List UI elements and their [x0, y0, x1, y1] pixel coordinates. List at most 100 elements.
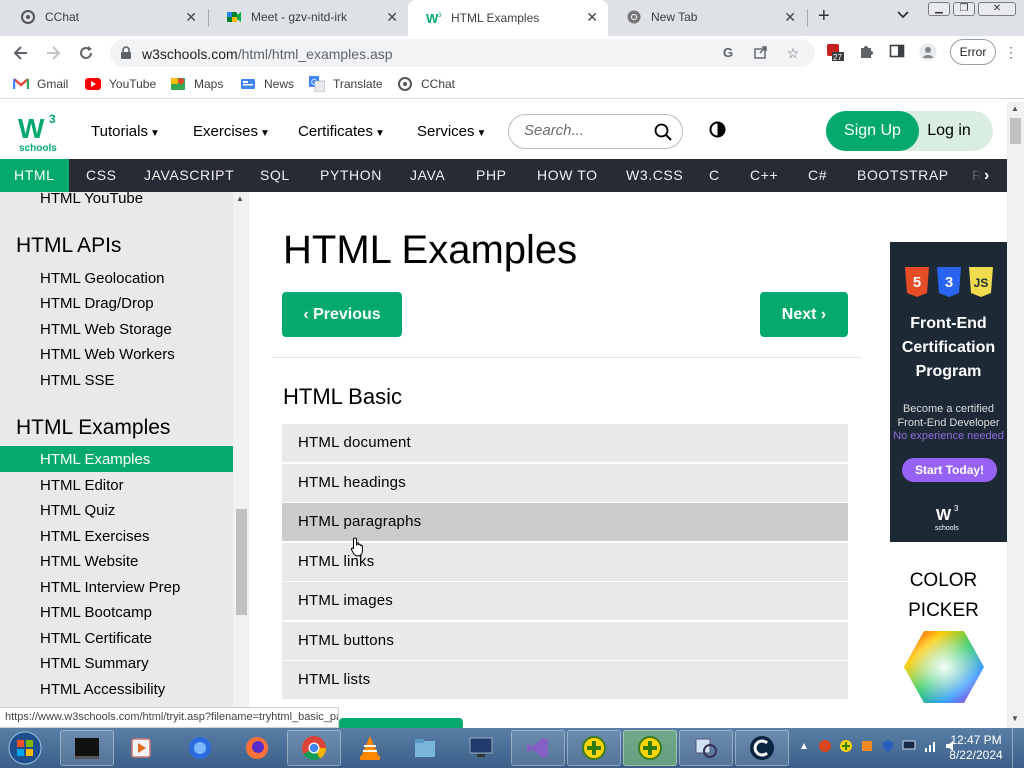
taskbar-vlc[interactable] — [343, 730, 397, 766]
taskbar-remote[interactable] — [454, 730, 508, 766]
lock-icon[interactable] — [120, 46, 132, 60]
nav-javascript[interactable]: JAVASCRIPT — [144, 159, 234, 192]
dark-mode-toggle-icon[interactable] — [709, 121, 726, 138]
minimize-button[interactable]: ▁ — [928, 2, 950, 16]
sidebar-item-summary[interactable]: HTML Summary — [40, 655, 149, 672]
system-clock[interactable]: 12:47 PM 8/22/2024 — [942, 733, 1010, 763]
close-icon[interactable]: ✕ — [586, 9, 598, 25]
sidebar-item-web-storage[interactable]: HTML Web Storage — [40, 321, 172, 338]
search-icon[interactable] — [654, 123, 672, 141]
example-link-links[interactable]: HTML links — [282, 543, 848, 582]
certification-ad[interactable]: 5 3 JS Front-End Certification Program B… — [890, 242, 1007, 542]
nav-sql[interactable]: SQL — [260, 159, 290, 192]
forward-arrow-icon[interactable] — [42, 42, 64, 64]
sidebar-item-bootcamp[interactable]: HTML Bootcamp — [40, 604, 152, 621]
tab-meet[interactable]: Meet - gzv-nitd-irk ✕ — [208, 0, 408, 34]
side-panel-icon[interactable] — [888, 43, 906, 61]
bookmark-youtube[interactable]: YouTube — [85, 76, 156, 92]
tab-new-tab[interactable]: New Tab ✕ — [608, 0, 806, 34]
nav-c[interactable]: C — [709, 159, 720, 192]
menu-services[interactable]: Services ▼ — [417, 123, 486, 140]
partial-button[interactable] — [339, 718, 463, 728]
scroll-down-arrow-icon[interactable]: ▼ — [1011, 714, 1019, 723]
puzzle-icon[interactable] — [857, 43, 875, 61]
error-button[interactable]: Error — [950, 39, 996, 65]
extension-badge-icon[interactable]: 27 — [826, 43, 844, 62]
show-desktop-button[interactable] — [1012, 728, 1024, 768]
color-wheel-icon[interactable] — [904, 631, 984, 703]
share-icon[interactable] — [753, 45, 769, 61]
bookmark-translate[interactable]: G Translate — [309, 76, 383, 92]
back-arrow-icon[interactable] — [10, 42, 32, 64]
sidebar-item-drag-drop[interactable]: HTML Drag/Drop — [40, 295, 154, 312]
close-window-button[interactable]: ✕ — [978, 2, 1016, 16]
tray-app-plus-icon[interactable] — [838, 738, 854, 754]
nav-bootstrap[interactable]: BOOTSTRAP — [857, 159, 949, 192]
taskbar-chrome[interactable] — [287, 730, 341, 766]
nav-cpp[interactable]: C++ — [750, 159, 778, 192]
menu-dots-icon[interactable]: ⋮ — [1002, 43, 1020, 61]
reload-icon[interactable] — [75, 42, 97, 64]
address-bar[interactable]: w3schools.com/html/html_examples.asp G ☆ — [110, 39, 815, 67]
star-icon[interactable]: ☆ — [785, 45, 801, 61]
taskbar-terminal[interactable] — [60, 730, 114, 766]
sidebar-item-geolocation[interactable]: HTML Geolocation — [40, 270, 165, 287]
google-icon[interactable]: G — [721, 45, 737, 61]
sidebar-item-interview-prep[interactable]: HTML Interview Prep — [40, 579, 180, 596]
tray-shield-icon[interactable] — [880, 738, 896, 754]
bookmark-news[interactable]: News — [240, 76, 294, 92]
menu-tutorials[interactable]: Tutorials ▼ — [91, 123, 160, 140]
tab-search-chevron-icon[interactable] — [897, 8, 909, 22]
nav-php[interactable]: PHP — [476, 159, 507, 192]
example-link-buttons[interactable]: HTML buttons — [282, 622, 848, 661]
bookmark-cchat[interactable]: CChat — [397, 76, 455, 92]
previous-button[interactable]: ‹ Previous — [282, 292, 402, 337]
sidebar-item-html-youtube[interactable]: HTML YouTube — [40, 192, 143, 207]
sidebar-scroll-thumb[interactable] — [236, 509, 247, 615]
bookmark-gmail[interactable]: Gmail — [13, 76, 68, 92]
bookmark-maps[interactable]: Maps — [170, 76, 223, 92]
sidebar-scrollbar[interactable] — [233, 192, 249, 728]
example-link-document[interactable]: HTML document — [282, 424, 848, 463]
sidebar-item-website[interactable]: HTML Website — [40, 553, 138, 570]
sidebar-item-web-workers[interactable]: HTML Web Workers — [40, 346, 175, 363]
sidebar-item-accessibility[interactable]: HTML Accessibility — [40, 681, 165, 698]
scroll-up-arrow-icon[interactable]: ▲ — [1011, 104, 1019, 113]
taskbar-firefox-dev[interactable] — [173, 730, 227, 766]
taskbar-network-tool[interactable] — [679, 730, 733, 766]
close-icon[interactable]: ✕ — [386, 9, 398, 25]
example-link-paragraphs[interactable]: HTML paragraphs — [282, 503, 848, 542]
nav-scroll-right-icon[interactable]: › — [984, 159, 989, 192]
tray-app-red-icon[interactable] — [817, 738, 833, 754]
log-in-button[interactable]: Log in — [919, 111, 979, 151]
tab-html-examples[interactable]: W3 HTML Examples ✕ — [408, 0, 608, 36]
sign-up-button[interactable]: Sign Up — [826, 111, 919, 151]
nav-java[interactable]: JAVA — [410, 159, 445, 192]
sidebar-item-exercises[interactable]: HTML Exercises — [40, 528, 149, 545]
sidebar-item-sse[interactable]: HTML SSE — [40, 372, 114, 389]
sidebar-item-examples[interactable]: HTML Examples — [40, 451, 150, 468]
restore-button[interactable]: ❐ — [953, 2, 975, 16]
nav-css[interactable]: CSS — [86, 159, 117, 192]
tray-expand-icon[interactable]: ▲ — [796, 738, 812, 754]
close-icon[interactable]: ✕ — [185, 9, 197, 25]
profile-avatar-icon[interactable] — [919, 43, 937, 61]
nav-csharp[interactable]: C# — [808, 159, 827, 192]
menu-exercises[interactable]: Exercises ▼ — [193, 123, 270, 140]
tab-cchat[interactable]: CChat ✕ — [2, 0, 207, 34]
w3schools-logo[interactable]: W 3 schools — [18, 110, 60, 154]
example-link-lists[interactable]: HTML lists — [282, 661, 848, 700]
taskbar-files[interactable] — [398, 730, 452, 766]
tray-monitor-icon[interactable] — [901, 738, 917, 754]
search-input[interactable] — [524, 122, 649, 139]
sidebar-item-certificate[interactable]: HTML Certificate — [40, 630, 152, 647]
sidebar-item-quiz[interactable]: HTML Quiz — [40, 502, 115, 519]
example-link-headings[interactable]: HTML headings — [282, 464, 848, 503]
start-button[interactable] — [6, 730, 44, 766]
taskbar-cchat[interactable] — [735, 730, 789, 766]
new-tab-button[interactable]: + — [818, 6, 830, 26]
nav-python[interactable]: PYTHON — [320, 159, 382, 192]
sidebar-item-editor[interactable]: HTML Editor — [40, 477, 124, 494]
tray-app-orange-icon[interactable] — [859, 738, 875, 754]
close-icon[interactable]: ✕ — [784, 9, 796, 25]
